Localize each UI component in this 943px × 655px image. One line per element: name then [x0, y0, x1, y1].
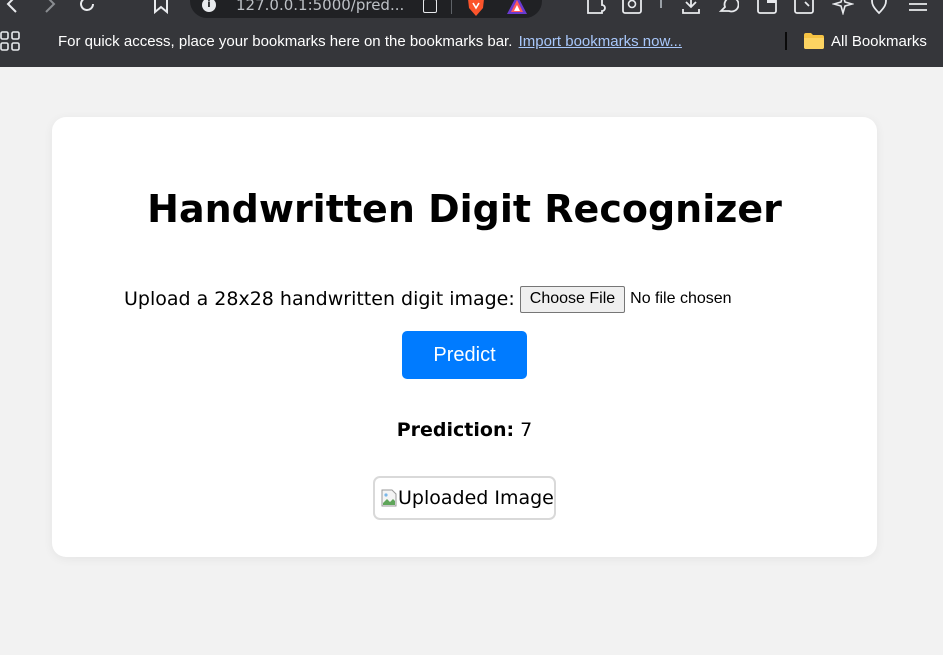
- download-icon[interactable]: [679, 0, 703, 16]
- extensions-icon[interactable]: [583, 0, 607, 16]
- leo-icon[interactable]: [716, 0, 740, 16]
- back-icon[interactable]: [2, 0, 22, 16]
- sidebar-icon[interactable]: [792, 0, 816, 16]
- upload-row: Upload a 28x28 handwritten digit image: …: [124, 285, 732, 313]
- browser-toolbar: i 127.0.0.1:5000/pred...: [0, 0, 943, 20]
- bookmarks-bar-message: For quick access, place your bookmarks h…: [58, 33, 682, 50]
- predict-button[interactable]: Predict: [402, 331, 527, 379]
- prediction-result: Prediction: 7: [52, 419, 877, 441]
- page-title: Handwritten Digit Recognizer: [147, 187, 782, 231]
- choose-file-button[interactable]: Choose File: [519, 285, 626, 313]
- toolbar-separator: [660, 0, 662, 8]
- file-status-text: No file chosen: [630, 290, 732, 307]
- wallet-icon[interactable]: [755, 0, 779, 16]
- bookmarks-hint-text: For quick access, place your bookmarks h…: [58, 33, 513, 50]
- address-bar[interactable]: i 127.0.0.1:5000/pred...: [190, 0, 542, 18]
- reload-icon[interactable]: [75, 0, 99, 16]
- folder-icon[interactable]: [804, 33, 824, 49]
- import-bookmarks-link[interactable]: Import bookmarks now...: [519, 33, 682, 50]
- uploaded-image-alt-text: Uploaded Image: [398, 487, 554, 509]
- all-bookmarks-button[interactable]: All Bookmarks: [831, 33, 927, 50]
- broken-image-icon: [381, 489, 397, 507]
- info-icon[interactable]: i: [202, 0, 216, 12]
- prediction-label: Prediction:: [396, 419, 515, 441]
- search-tabs-icon[interactable]: [620, 0, 644, 16]
- main-card: Handwritten Digit Recognizer Upload a 28…: [52, 117, 877, 557]
- share-icon[interactable]: [423, 0, 437, 13]
- uploaded-image: Uploaded Image: [373, 476, 556, 520]
- upload-label: Upload a 28x28 handwritten digit image:: [124, 288, 515, 310]
- brave-shields-icon[interactable]: [467, 0, 485, 16]
- address-bar-url[interactable]: 127.0.0.1:5000/pred...: [236, 0, 404, 14]
- vpn-icon[interactable]: [867, 0, 891, 16]
- apps-grid-icon[interactable]: [0, 31, 20, 51]
- ai-icon[interactable]: [831, 0, 855, 16]
- forward-icon[interactable]: [40, 0, 60, 16]
- bookmarks-divider: [785, 32, 787, 50]
- address-bar-divider: [451, 0, 452, 14]
- brave-rewards-icon[interactable]: [506, 0, 528, 16]
- prediction-value: 7: [520, 419, 533, 441]
- menu-icon[interactable]: [905, 0, 931, 16]
- bookmark-star-icon[interactable]: [150, 0, 172, 16]
